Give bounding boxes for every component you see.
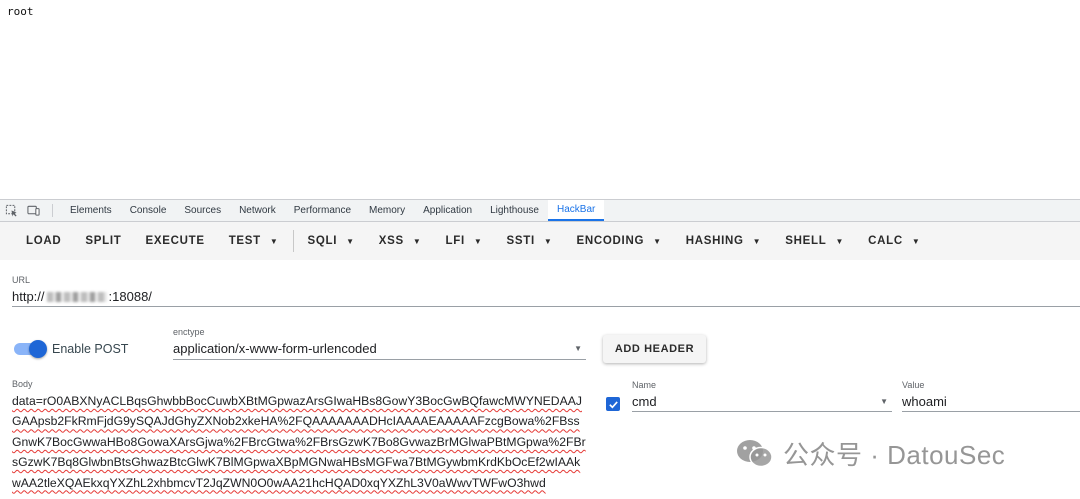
sqli-menu-label: SQLI (307, 235, 338, 247)
post-switch[interactable] (14, 340, 47, 358)
tab-memory[interactable]: Memory (360, 200, 414, 221)
caret-down-icon: ▼ (473, 236, 483, 246)
dropdown-arrow-icon: ▼ (880, 397, 888, 406)
devtools-panel: Elements Console Sources Network Perform… (0, 199, 1080, 499)
xss-menu-button[interactable]: XSS ▼ (367, 226, 434, 256)
header-name-value: cmd (632, 394, 657, 409)
body-field[interactable]: Body data=rO0ABXNyACLBqsGhwbbBocCuwbXBtM… (12, 379, 588, 499)
ssti-menu-button[interactable]: SSTI ▼ (495, 226, 565, 256)
hashing-menu-button[interactable]: HASHING ▼ (674, 226, 774, 256)
caret-down-icon: ▼ (269, 236, 279, 246)
switch-knob (29, 340, 47, 358)
enable-post-toggle[interactable]: Enable POST (14, 340, 129, 358)
tab-sources[interactable]: Sources (175, 200, 230, 221)
load-button-label: LOAD (26, 235, 62, 247)
load-button[interactable]: LOAD (14, 226, 73, 256)
tab-console[interactable]: Console (121, 200, 176, 221)
url-field[interactable]: URL http:// :18088/ (12, 275, 1080, 307)
hackbar-toolbar: LOAD SPLIT EXECUTE TEST ▼ SQLI ▼ XSS ▼ LFI ▼… (0, 222, 1080, 260)
xss-menu-label: XSS (378, 235, 404, 247)
execute-button[interactable]: EXECUTE (133, 226, 216, 256)
caret-down-icon: ▼ (752, 236, 762, 246)
add-header-button[interactable]: ADD HEADER (603, 335, 706, 363)
page-output-text: root (7, 5, 34, 18)
caret-down-icon: ▼ (543, 236, 553, 246)
page-output: root (0, 0, 1080, 199)
tab-elements[interactable]: Elements (61, 200, 121, 221)
lfi-menu-label: LFI (445, 235, 465, 247)
watermark-text: 公众号 · DatouSec (783, 440, 1006, 470)
body-textarea[interactable]: data=rO0ABXNyACLBqsGhwbbBocCuwbXBtMGpwaz… (12, 391, 588, 499)
encoding-menu-label: ENCODING (576, 235, 645, 247)
wechat-icon (737, 439, 773, 467)
shell-menu-button[interactable]: SHELL ▼ (773, 226, 856, 256)
inspect-element-icon[interactable] (0, 200, 22, 221)
tab-hackbar[interactable]: HackBar (548, 200, 605, 221)
device-toolbar-icon[interactable] (22, 200, 44, 221)
url-prefix: http:// (12, 289, 45, 304)
execute-button-label: EXECUTE (145, 235, 205, 247)
caret-down-icon: ▼ (835, 236, 845, 246)
enctype-select[interactable]: enctype application/x-www-form-urlencode… (173, 327, 586, 360)
caret-down-icon: ▼ (911, 236, 921, 246)
header-name-select[interactable]: Name cmd ▼ (632, 380, 892, 412)
header-value-input[interactable]: whoami (902, 394, 1080, 412)
lfi-menu-button[interactable]: LFI ▼ (434, 226, 495, 256)
enctype-label: enctype (173, 327, 205, 337)
header-name-label: Name (632, 380, 657, 390)
split-button[interactable]: SPLIT (73, 226, 133, 256)
tab-application[interactable]: Application (414, 200, 481, 221)
test-menu-button[interactable]: TEST ▼ (217, 226, 291, 256)
redacted-host (46, 291, 107, 302)
header-enabled-checkbox[interactable] (606, 397, 620, 411)
ssti-menu-label: SSTI (506, 235, 535, 247)
dropdown-arrow-icon: ▼ (574, 344, 582, 353)
caret-down-icon: ▼ (346, 236, 355, 246)
add-header-label: ADD HEADER (614, 343, 695, 355)
enctype-value-row[interactable]: application/x-www-form-urlencoded ▼ (173, 341, 586, 360)
body-label: Body (12, 379, 33, 389)
encoding-menu-button[interactable]: ENCODING ▼ (565, 226, 674, 256)
caret-down-icon: ▼ (412, 236, 422, 246)
tab-bar-divider (52, 204, 53, 217)
test-menu-label: TEST (228, 235, 261, 247)
calc-menu-label: CALC (868, 235, 903, 247)
enable-post-label: Enable POST (52, 342, 129, 356)
url-label: URL (12, 275, 31, 285)
caret-down-icon: ▼ (653, 236, 662, 246)
devtools-tab-bar: Elements Console Sources Network Perform… (0, 199, 1080, 222)
tab-network[interactable]: Network (230, 200, 285, 221)
header-value-label: Value (902, 380, 925, 390)
calc-menu-button[interactable]: CALC ▼ (856, 226, 932, 256)
enctype-value: application/x-www-form-urlencoded (173, 341, 377, 356)
tab-performance[interactable]: Performance (285, 200, 360, 221)
check-icon (608, 400, 618, 408)
tab-lighthouse[interactable]: Lighthouse (481, 200, 548, 221)
url-input[interactable]: http:// :18088/ (12, 289, 1080, 307)
sqli-menu-button[interactable]: SQLI ▼ (296, 226, 367, 256)
hashing-menu-label: HASHING (685, 235, 744, 247)
header-value-field[interactable]: Value whoami (902, 380, 1080, 412)
header-name-row[interactable]: cmd ▼ (632, 394, 892, 412)
shell-menu-label: SHELL (785, 235, 827, 247)
watermark: 公众号 · DatouSec (735, 435, 1005, 472)
split-button-label: SPLIT (85, 235, 122, 247)
url-suffix: :18088/ (108, 289, 152, 304)
toolbar-divider (292, 230, 294, 252)
